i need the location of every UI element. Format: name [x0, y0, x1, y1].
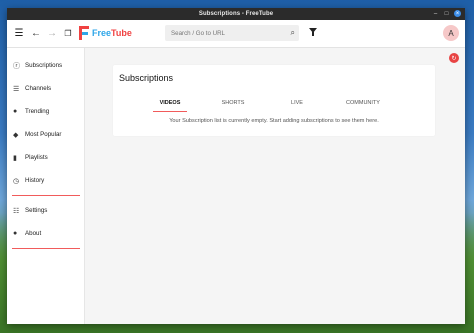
sidebar-item-playlists[interactable]: ▮ Playlists	[7, 146, 84, 169]
sidebar-item-subscriptions[interactable]: ⓡ Subscriptions	[7, 54, 84, 77]
fire-icon: ●	[13, 108, 18, 115]
forward-arrow-icon[interactable]: →	[46, 20, 58, 47]
sidebar-divider	[12, 248, 80, 249]
sidebar-item-label: Playlists	[25, 154, 48, 161]
sidebar-divider	[12, 195, 80, 196]
sidebar-item-label: History	[25, 177, 45, 184]
rss-icon: ⓡ	[13, 62, 20, 70]
back-arrow-icon[interactable]: ←	[30, 20, 42, 47]
update-notification-icon[interactable]: ↻	[449, 53, 459, 63]
sidebar-item-label: Subscriptions	[25, 62, 63, 69]
sidebar-item-history[interactable]: ◷ History	[7, 169, 84, 192]
users-icon: ◆	[13, 131, 19, 139]
menu-icon[interactable]: ☰	[13, 20, 25, 47]
tab-community[interactable]: COMMUNITY	[341, 97, 385, 109]
search-icon[interactable]: ⌕	[291, 28, 295, 38]
main-content: Subscriptions VIDEOS SHORTS LIVE COMMUNI…	[85, 48, 465, 324]
sidebar-item-label: Channels	[25, 85, 52, 92]
filter-icon-stem	[312, 32, 314, 36]
new-window-icon[interactable]: ❐	[62, 20, 74, 47]
search-input[interactable]	[165, 28, 285, 38]
profile-avatar[interactable]: A	[443, 25, 459, 41]
sidebar: ⓡ Subscriptions ☰ Channels ● Trending ◆ …	[7, 48, 85, 324]
window-titlebar: Subscriptions - FreeTube – □ ×	[7, 8, 465, 20]
top-navbar: ☰ ← → ❐ FreeTube ⌕ A	[7, 20, 465, 48]
window-controls: – □ ×	[432, 10, 461, 17]
minimize-icon[interactable]: –	[432, 10, 439, 17]
logo-text: FreeTube	[92, 28, 132, 38]
sidebar-item-label: Trending	[25, 108, 50, 115]
maximize-icon[interactable]: □	[443, 10, 450, 17]
sidebar-item-trending[interactable]: ● Trending	[7, 100, 84, 123]
info-icon: ●	[13, 230, 18, 237]
sliders-icon: ☷	[13, 207, 20, 215]
tab-live[interactable]: LIVE	[287, 97, 307, 109]
list-icon: ☰	[13, 85, 20, 93]
sidebar-item-label: Settings	[25, 207, 48, 214]
app-window: Subscriptions - FreeTube – □ × ☰ ← → ❐ F…	[7, 8, 465, 324]
freetube-logo[interactable]: FreeTube	[79, 26, 132, 40]
tab-videos[interactable]: VIDEOS	[153, 97, 187, 112]
empty-state-message: Your Subscription list is currently empt…	[169, 118, 379, 124]
subscriptions-card: Subscriptions VIDEOS SHORTS LIVE COMMUNI…	[113, 65, 435, 136]
sidebar-item-label: About	[25, 230, 42, 237]
sidebar-item-channels[interactable]: ☰ Channels	[7, 77, 84, 100]
freetube-logo-icon	[79, 26, 89, 40]
page-title: Subscriptions	[119, 73, 174, 83]
sidebar-item-label: Most Popular	[25, 131, 62, 138]
sidebar-item-most-popular[interactable]: ◆ Most Popular	[7, 123, 84, 146]
window-title: Subscriptions - FreeTube	[198, 11, 274, 17]
search-bar: ⌕	[165, 25, 299, 41]
sidebar-item-about[interactable]: ● About	[7, 222, 84, 245]
subscription-tabs: VIDEOS SHORTS LIVE COMMUNITY	[153, 97, 385, 112]
close-icon[interactable]: ×	[454, 10, 461, 17]
bookmark-icon: ▮	[13, 154, 17, 162]
tab-shorts[interactable]: SHORTS	[218, 97, 248, 109]
sidebar-item-settings[interactable]: ☷ Settings	[7, 199, 84, 222]
history-icon: ◷	[13, 177, 20, 185]
